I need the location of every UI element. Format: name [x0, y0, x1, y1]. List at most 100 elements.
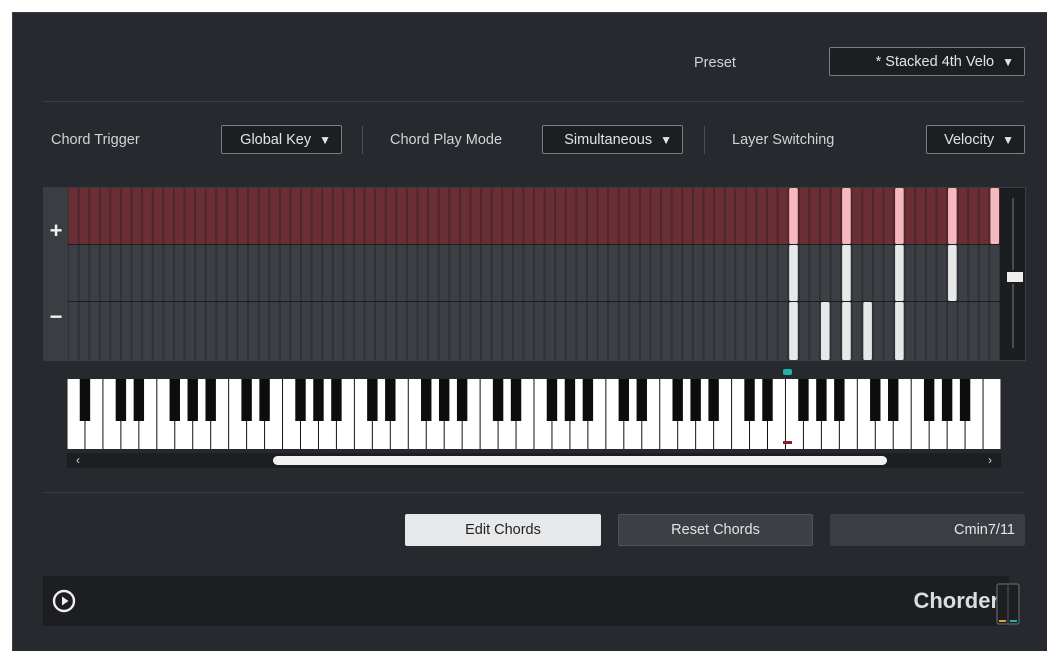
- note-cell[interactable]: [609, 245, 618, 301]
- note-cell[interactable]: [238, 302, 248, 360]
- black-key[interactable]: [313, 379, 324, 421]
- note-cell[interactable]: [90, 302, 99, 360]
- note-cell[interactable]: [969, 188, 978, 244]
- note-cell[interactable]: [746, 188, 756, 244]
- note-cell[interactable]: [174, 188, 184, 244]
- note-cell[interactable]: [820, 245, 830, 301]
- note-cell[interactable]: [503, 302, 512, 360]
- scroll-thumb[interactable]: [273, 456, 887, 465]
- note-cell[interactable]: [958, 188, 968, 244]
- layer-row-1[interactable]: [68, 188, 1000, 244]
- black-key[interactable]: [762, 379, 773, 421]
- note-cell[interactable]: [926, 302, 936, 360]
- note-cell[interactable]: [143, 245, 152, 301]
- note-cell[interactable]: [916, 188, 925, 244]
- note-cell[interactable]: [513, 245, 523, 301]
- note-cell[interactable]: [100, 188, 110, 244]
- note-cell[interactable]: [397, 188, 406, 244]
- note-cell[interactable]: [280, 188, 290, 244]
- note-cell[interactable]: [926, 245, 936, 301]
- note-cell[interactable]: [344, 302, 353, 360]
- note-cell[interactable]: [736, 188, 745, 244]
- note-cell[interactable]: [715, 245, 724, 301]
- black-key[interactable]: [421, 379, 432, 421]
- note-cell[interactable]: [937, 245, 947, 301]
- note-cell-active[interactable]: [990, 188, 999, 244]
- note-cell[interactable]: [270, 188, 279, 244]
- note-cell-active[interactable]: [789, 302, 798, 360]
- velocity-scrollbar[interactable]: [1004, 194, 1025, 354]
- note-cell[interactable]: [376, 245, 385, 301]
- note-cell-active[interactable]: [842, 302, 851, 360]
- black-key[interactable]: [582, 379, 594, 421]
- note-cell[interactable]: [577, 302, 586, 360]
- note-cell[interactable]: [206, 245, 216, 301]
- reset-chords-button[interactable]: Reset Chords: [618, 514, 813, 546]
- note-cell[interactable]: [121, 245, 131, 301]
- note-cell[interactable]: [386, 245, 396, 301]
- note-cell[interactable]: [418, 245, 428, 301]
- note-cell[interactable]: [492, 188, 502, 244]
- note-cell[interactable]: [407, 245, 417, 301]
- note-cell[interactable]: [619, 245, 629, 301]
- note-cell-active[interactable]: [842, 188, 851, 244]
- note-cell[interactable]: [810, 245, 819, 301]
- note-cell[interactable]: [937, 302, 947, 360]
- note-cell[interactable]: [715, 188, 724, 244]
- note-cell[interactable]: [312, 188, 322, 244]
- note-cell[interactable]: [969, 302, 978, 360]
- note-cell[interactable]: [132, 245, 142, 301]
- note-cell[interactable]: [651, 188, 661, 244]
- note-cell[interactable]: [407, 302, 417, 360]
- note-cell[interactable]: [630, 188, 639, 244]
- note-cell[interactable]: [905, 245, 915, 301]
- note-cell[interactable]: [630, 245, 639, 301]
- note-cell[interactable]: [662, 302, 671, 360]
- piano-keyboard[interactable]: [67, 379, 1001, 449]
- note-cell[interactable]: [407, 188, 417, 244]
- note-cell[interactable]: [757, 245, 766, 301]
- note-cell[interactable]: [768, 188, 777, 244]
- note-cell[interactable]: [513, 188, 523, 244]
- note-cell[interactable]: [693, 302, 703, 360]
- note-cell[interactable]: [333, 188, 343, 244]
- note-cell-active[interactable]: [842, 245, 851, 301]
- note-cell[interactable]: [439, 302, 449, 360]
- note-cell[interactable]: [736, 302, 745, 360]
- note-cell[interactable]: [799, 302, 809, 360]
- note-cell[interactable]: [249, 302, 258, 360]
- note-cell[interactable]: [111, 188, 120, 244]
- keyboard-scrollbar[interactable]: ‹ ›: [67, 453, 1001, 468]
- note-cell-active[interactable]: [789, 188, 798, 244]
- note-cell[interactable]: [757, 302, 766, 360]
- note-cell[interactable]: [778, 188, 788, 244]
- note-cell[interactable]: [672, 188, 682, 244]
- note-cell[interactable]: [704, 302, 714, 360]
- note-cell[interactable]: [545, 188, 555, 244]
- note-cell[interactable]: [291, 245, 300, 301]
- note-cell[interactable]: [990, 245, 999, 301]
- note-cell[interactable]: [259, 302, 269, 360]
- note-cell[interactable]: [79, 188, 89, 244]
- note-cell[interactable]: [365, 302, 375, 360]
- note-cell[interactable]: [365, 245, 375, 301]
- note-cell[interactable]: [280, 302, 290, 360]
- note-cell[interactable]: [153, 245, 163, 301]
- note-cell[interactable]: [725, 302, 735, 360]
- chord-play-mode-dropdown[interactable]: Simultaneous ▼: [542, 125, 683, 154]
- note-cell[interactable]: [121, 188, 131, 244]
- edit-chords-button[interactable]: Edit Chords: [405, 514, 601, 546]
- black-key[interactable]: [816, 379, 827, 421]
- note-cell[interactable]: [768, 245, 777, 301]
- note-cell[interactable]: [132, 302, 142, 360]
- note-cell[interactable]: [344, 245, 353, 301]
- note-cell[interactable]: [884, 188, 894, 244]
- note-cell[interactable]: [111, 245, 120, 301]
- note-cell[interactable]: [90, 188, 99, 244]
- note-cell[interactable]: [79, 245, 89, 301]
- add-layer-button[interactable]: +: [44, 188, 68, 274]
- note-cell[interactable]: [524, 188, 533, 244]
- note-cell[interactable]: [354, 302, 364, 360]
- note-cell[interactable]: [471, 245, 481, 301]
- note-cell[interactable]: [280, 245, 290, 301]
